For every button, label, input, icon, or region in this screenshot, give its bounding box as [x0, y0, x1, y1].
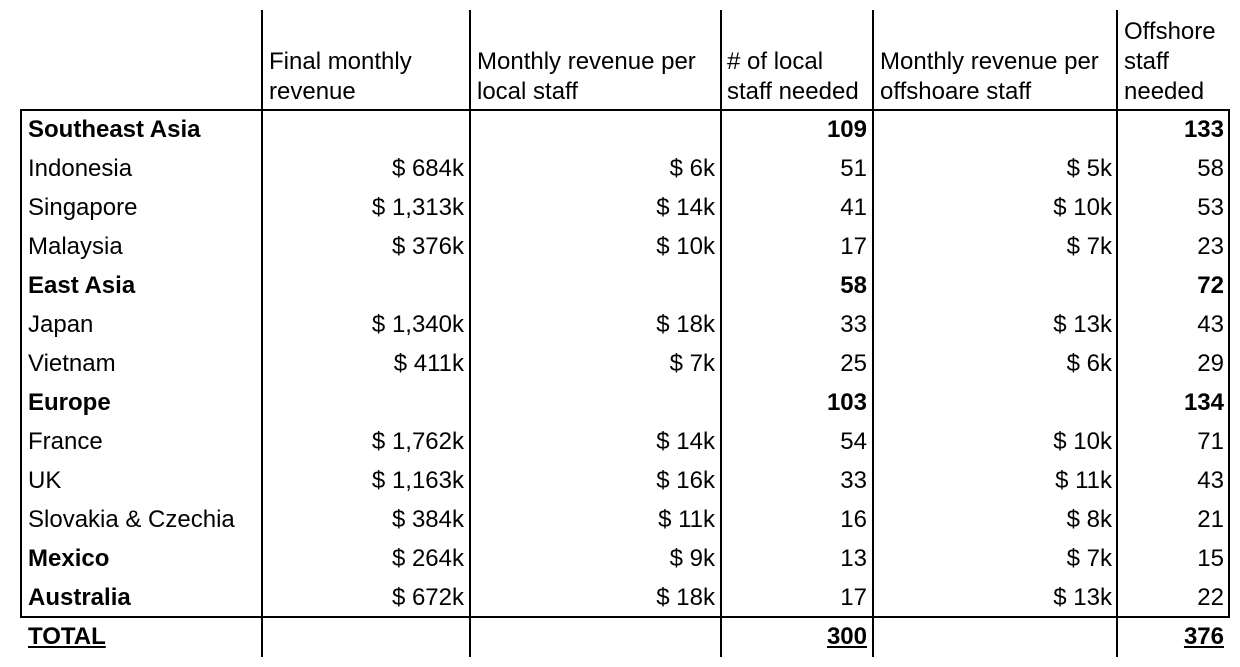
region-name: Singapore	[28, 194, 138, 221]
revenue-per-offshore-staff: $ 5k	[1066, 155, 1112, 182]
local-staff-needed: 25	[840, 350, 867, 377]
header-monthly-revenue-per-offshore-staff: Monthly revenue per offshoare staff	[880, 48, 1099, 105]
offshore-staff-needed: 22	[1197, 584, 1224, 611]
revenue-per-local-staff: $ 14k	[656, 194, 715, 221]
revenue-per-local-staff: $ 16k	[656, 467, 715, 494]
region-name: France	[28, 428, 103, 455]
header-final-monthly-revenue: Final monthly revenue	[269, 48, 412, 105]
region-name: Australia	[28, 584, 131, 611]
revenue-per-local-staff: $ 18k	[656, 311, 715, 338]
region-name: Japan	[28, 311, 94, 338]
local-staff-needed: 17	[840, 233, 867, 260]
revenue-per-offshore-staff: $ 13k	[1053, 311, 1112, 338]
local-staff-needed: 16	[840, 506, 867, 533]
offshore-staff-needed: 58	[1197, 155, 1224, 182]
region-name: Europe	[28, 389, 111, 416]
revenue-per-local-staff: $ 10k	[656, 233, 715, 260]
revenue-per-local-staff: $ 7k	[669, 350, 715, 377]
revenue-per-local-staff: $ 9k	[669, 545, 715, 572]
column-divider	[1116, 10, 1118, 657]
column-divider	[720, 10, 722, 657]
local-staff-needed: 58	[840, 272, 867, 299]
region-name: Malaysia	[28, 233, 123, 260]
local-staff-needed: 51	[840, 155, 867, 182]
header-local-staff-needed: # of local staff needed	[727, 48, 859, 105]
offshore-staff-needed: 15	[1197, 545, 1224, 572]
total-label: TOTAL	[28, 623, 106, 650]
final-monthly-revenue: $ 384k	[391, 506, 464, 533]
offshore-staff-needed: 133	[1183, 116, 1224, 143]
table-border-right	[1228, 109, 1230, 618]
final-monthly-revenue: $ 1,313k	[371, 194, 464, 221]
revenue-per-local-staff: $ 11k	[658, 506, 715, 533]
local-staff-needed: 33	[840, 467, 867, 494]
region-name: Indonesia	[28, 155, 133, 182]
final-monthly-revenue: $ 1,163k	[371, 467, 464, 494]
table-border-bottom	[20, 616, 1230, 618]
column-divider	[261, 10, 263, 657]
revenue-per-offshore-staff: $ 6k	[1066, 350, 1112, 377]
revenue-per-local-staff: $ 14k	[656, 428, 715, 455]
region-name: Slovakia & Czechia	[28, 506, 235, 533]
final-monthly-revenue: $ 684k	[391, 155, 464, 182]
revenue-per-local-staff: $ 18k	[656, 584, 715, 611]
region-name: East Asia	[28, 272, 136, 299]
revenue-per-offshore-staff: $ 13k	[1053, 584, 1112, 611]
final-monthly-revenue: $ 264k	[391, 545, 464, 572]
offshore-staff-needed: 72	[1197, 272, 1224, 299]
region-name: Southeast Asia	[28, 116, 201, 143]
spreadsheet-table: Final monthly revenue Monthly revenue pe…	[0, 0, 1240, 667]
offshore-staff-needed: 71	[1197, 428, 1224, 455]
final-monthly-revenue: $ 411k	[393, 350, 464, 377]
offshore-staff-needed: 53	[1197, 194, 1224, 221]
total-local-staff: 300	[826, 623, 867, 650]
region-name: Vietnam	[28, 350, 116, 377]
column-divider	[872, 10, 874, 657]
local-staff-needed: 17	[840, 584, 867, 611]
final-monthly-revenue: $ 1,762k	[371, 428, 464, 455]
final-monthly-revenue: $ 376k	[391, 233, 464, 260]
revenue-per-offshore-staff: $ 11k	[1055, 467, 1112, 494]
local-staff-needed: 54	[840, 428, 867, 455]
revenue-per-offshore-staff: $ 8k	[1066, 506, 1112, 533]
revenue-per-offshore-staff: $ 10k	[1053, 194, 1112, 221]
offshore-staff-needed: 23	[1197, 233, 1224, 260]
final-monthly-revenue: $ 672k	[391, 584, 464, 611]
total-offshore-staff: 376	[1183, 623, 1224, 650]
local-staff-needed: 13	[840, 545, 867, 572]
revenue-per-local-staff: $ 6k	[669, 155, 715, 182]
local-staff-needed: 109	[826, 116, 867, 143]
region-name: Mexico	[28, 545, 110, 572]
local-staff-needed: 41	[840, 194, 867, 221]
revenue-per-offshore-staff: $ 10k	[1053, 428, 1112, 455]
header-offshore-staff-needed: Offshore staff needed	[1124, 18, 1216, 105]
final-monthly-revenue: $ 1,340k	[371, 311, 464, 338]
local-staff-needed: 103	[826, 389, 867, 416]
offshore-staff-needed: 134	[1183, 389, 1224, 416]
header-monthly-revenue-per-local-staff: Monthly revenue per local staff	[477, 48, 696, 105]
revenue-per-offshore-staff: $ 7k	[1066, 545, 1112, 572]
offshore-staff-needed: 21	[1197, 506, 1224, 533]
revenue-per-offshore-staff: $ 7k	[1066, 233, 1112, 260]
table-border-top	[20, 109, 1230, 111]
region-name: UK	[28, 467, 62, 494]
offshore-staff-needed: 43	[1197, 311, 1224, 338]
offshore-staff-needed: 43	[1197, 467, 1224, 494]
local-staff-needed: 33	[840, 311, 867, 338]
table-border-left	[20, 109, 22, 618]
column-divider	[469, 10, 471, 657]
offshore-staff-needed: 29	[1197, 350, 1224, 377]
